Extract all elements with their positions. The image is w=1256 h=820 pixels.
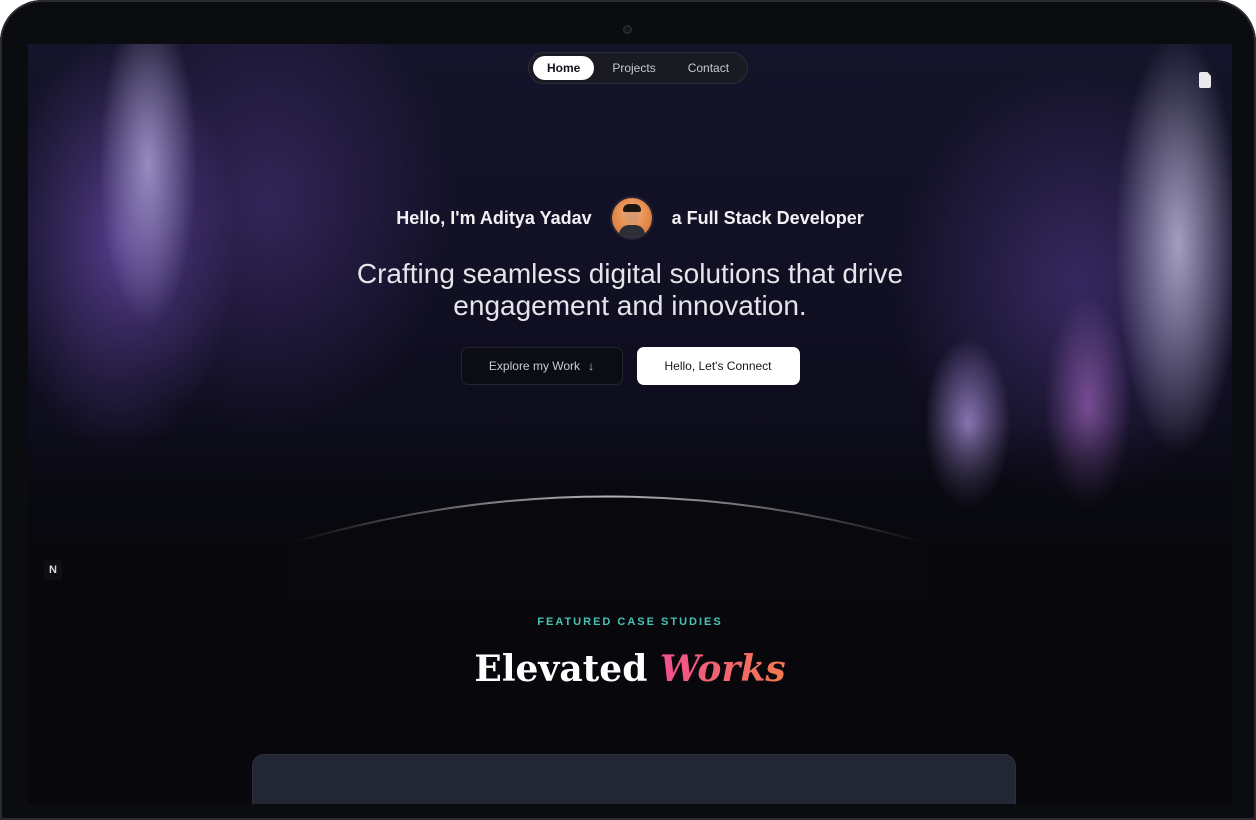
- webcam-icon: [623, 25, 632, 34]
- laptop-frame: Home Projects Contact Hello, I'm Aditya …: [0, 0, 1256, 820]
- featured-title-accent: Works: [659, 648, 786, 690]
- horizon-arc: [287, 495, 929, 604]
- hero-tagline: Crafting seamless digital solutions that…: [28, 258, 1232, 322]
- tagline-line-2: engagement and innovation.: [453, 290, 807, 321]
- connect-label: Hello, Let's Connect: [664, 359, 772, 373]
- featured-title: Elevated Works: [28, 648, 1232, 690]
- arrow-down-icon: ↓: [588, 359, 595, 373]
- connect-button[interactable]: Hello, Let's Connect: [636, 347, 800, 385]
- explore-work-button[interactable]: Explore my Work ↓: [460, 347, 623, 385]
- intro-role: a Full Stack Developer: [671, 207, 864, 228]
- cta-row: Explore my Work ↓ Hello, Let's Connect: [28, 347, 1232, 385]
- nav-contact[interactable]: Contact: [674, 56, 743, 80]
- nav-projects[interactable]: Projects: [598, 56, 669, 80]
- explore-work-label: Explore my Work: [488, 359, 581, 373]
- document-icon[interactable]: [1199, 72, 1211, 88]
- avatar: [611, 198, 652, 238]
- browser-viewport: Home Projects Contact Hello, I'm Aditya …: [28, 44, 1232, 804]
- featured-title-plain: Elevated: [474, 648, 648, 690]
- nav-home[interactable]: Home: [533, 56, 595, 80]
- intro-name: Hello, I'm Aditya Yadav: [396, 207, 592, 228]
- featured-eyebrow: FEATURED CASE STUDIES: [537, 616, 723, 628]
- next-logo-icon[interactable]: N: [44, 560, 62, 580]
- top-nav: Home Projects Contact: [528, 52, 749, 84]
- tagline-line-1: Crafting seamless digital solutions that…: [356, 258, 904, 289]
- project-card[interactable]: [252, 754, 1016, 804]
- hero-intro: Hello, I'm Aditya Yadav a Full Stack Dev…: [28, 198, 1232, 238]
